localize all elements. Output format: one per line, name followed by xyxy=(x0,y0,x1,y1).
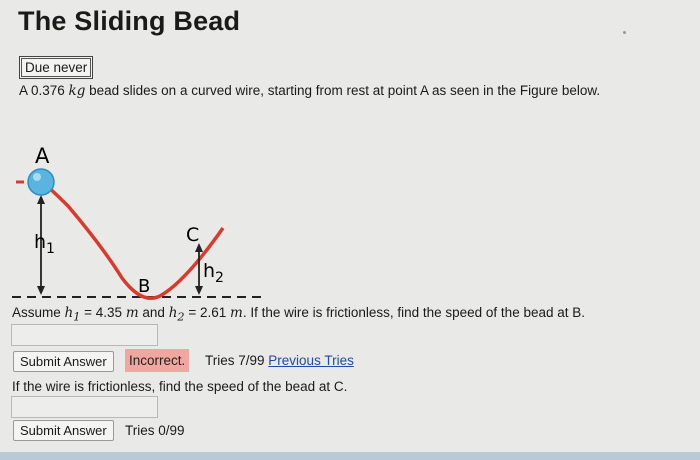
point-c-label: C xyxy=(186,224,199,246)
h2-label-h: h xyxy=(203,260,215,282)
page-title: The Sliding Bead xyxy=(18,6,241,36)
tries-info-1: Tries 7/99 Previous Tries xyxy=(205,353,354,368)
submit-answer-button-1[interactable]: Submit Answer xyxy=(13,351,114,372)
bead xyxy=(27,168,55,196)
h1-arrow-head-bottom xyxy=(37,286,45,295)
h2-arrow-head-bottom xyxy=(195,286,203,295)
sliding-bead-figure: A B C h1 h2 xyxy=(12,144,262,300)
h2-label: h2 xyxy=(203,260,224,286)
point-a-label: A xyxy=(35,144,50,168)
submit-answer-button-2[interactable]: Submit Answer xyxy=(13,420,114,441)
problem-intro: A 0.376 kg bead slides on a curved wire,… xyxy=(19,83,601,99)
answer-input-c[interactable] xyxy=(11,396,158,418)
h1-label-sub: 1 xyxy=(46,241,55,257)
point-b-label: B xyxy=(138,276,150,297)
h1-label-h: h xyxy=(34,231,46,253)
bead-highlight xyxy=(33,173,41,181)
incorrect-status-badge: Incorrect. xyxy=(125,349,190,372)
bottom-bar xyxy=(0,452,700,460)
tries-count-2: Tries 0/99 xyxy=(125,423,185,438)
question-1-text: Assume h1 = 4.35 m and h2 = 2.61 m. If t… xyxy=(12,305,585,324)
h2-label-sub: 2 xyxy=(215,270,224,286)
question-2-text: If the wire is frictionless, find the sp… xyxy=(12,379,348,394)
due-badge: Due never xyxy=(19,56,94,79)
h1-label: h1 xyxy=(34,231,55,257)
h1-arrow-head-top xyxy=(37,195,45,204)
answer-input-b[interactable] xyxy=(11,324,158,346)
due-label: Due never xyxy=(21,58,92,77)
previous-tries-link[interactable]: Previous Tries xyxy=(268,353,354,368)
decorative-dot xyxy=(623,31,626,34)
tries-count-1: Tries 7/99 xyxy=(205,353,265,368)
